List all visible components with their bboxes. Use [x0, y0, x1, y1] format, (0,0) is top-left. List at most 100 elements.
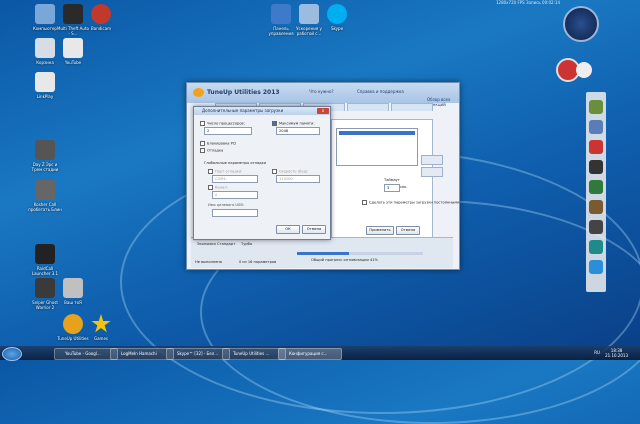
- dialog-title: Дополнительные параметры загрузки x: [194, 107, 330, 115]
- tuneup-logo-icon: [193, 88, 204, 97]
- mode-bar: Экономия Стандарт Турбо Не выполнено 0 и…: [191, 237, 453, 268]
- game-icon: [35, 180, 55, 200]
- dialog-close-button[interactable]: x: [317, 108, 329, 114]
- taskbar-item-skype[interactable]: Skype™ [32] - Бел...: [166, 348, 230, 360]
- checkbox[interactable]: [208, 185, 213, 190]
- usb-label: Имя целевого USB:: [208, 203, 245, 207]
- recording-overlay: 1280x720 FPS Запись 00:02:14: [496, 0, 560, 5]
- desktop-icon-bandicam[interactable]: Bandicam: [84, 4, 118, 31]
- side-action[interactable]: [421, 155, 443, 165]
- side-action[interactable]: [421, 167, 443, 177]
- taskbar-item-youtube[interactable]: YouTube - Googl...: [54, 348, 118, 360]
- star-icon: [91, 314, 111, 333]
- tray-clock[interactable]: 18:38 21.10.2013: [605, 348, 628, 358]
- channel-field[interactable]: 0: [212, 191, 258, 199]
- baud-select[interactable]: 115200: [276, 175, 320, 183]
- recycle-bin-icon: [35, 38, 55, 58]
- cpu-count-select[interactable]: 2: [204, 127, 252, 135]
- tab[interactable]: [347, 103, 389, 111]
- boot-list[interactable]: [336, 128, 418, 166]
- channel-checkbox[interactable]: Канал:: [208, 185, 228, 190]
- desktop-icon-skype[interactable]: Skype: [320, 4, 354, 31]
- inner-panel: Таймаут 3 сек. Сделать эти параметры заг…: [331, 119, 459, 239]
- dock-app-icon[interactable]: [589, 260, 603, 274]
- sec-label: сек.: [400, 185, 408, 189]
- mode-turbo[interactable]: Турбо: [241, 242, 252, 246]
- mode-economy[interactable]: Экономия: [197, 242, 216, 246]
- game-icon: [35, 140, 55, 160]
- file-icon: [35, 72, 55, 92]
- tuneup-title: TuneUp Utilities 2013: [207, 89, 280, 96]
- persist-checkbox[interactable]: Сделать эти параметры загрузки постоянны…: [362, 200, 459, 205]
- tab[interactable]: [391, 103, 433, 111]
- dock-app-icon[interactable]: [589, 140, 603, 154]
- tuneup-header: TuneUp Utilities 2013 Что нужно? Справка…: [187, 83, 459, 107]
- debug-port-checkbox[interactable]: Порт отладки:: [208, 169, 242, 174]
- dock-app-icon[interactable]: [589, 160, 603, 174]
- nav-what-needed[interactable]: Что нужно?: [309, 89, 334, 94]
- checkbox[interactable]: [362, 200, 367, 205]
- file-icon: [63, 278, 83, 298]
- baud-checkbox[interactable]: Скорость (бод):: [272, 169, 309, 174]
- progress-track: [297, 252, 423, 255]
- params-label: 0 из 16 параметров: [239, 260, 277, 264]
- max-memory-field[interactable]: 2048: [276, 127, 320, 135]
- cancel-button[interactable]: Отмена: [302, 225, 326, 234]
- clock-gadget: [563, 6, 599, 42]
- checkbox[interactable]: [272, 169, 277, 174]
- desktop-icon-dayz[interactable]: Day Z Эрс и Трем стадии: [28, 140, 62, 172]
- gadget-circle: [576, 62, 592, 78]
- not-optimized-label: Не выполнено: [195, 260, 222, 264]
- desktop-icon-vash[interactable]: Ваш тоЯ: [56, 278, 90, 305]
- mode-standard[interactable]: Стандарт: [217, 242, 235, 246]
- taskbar-item-tuneup[interactable]: TuneUp Utilities ...: [222, 348, 286, 360]
- dock-app-icon[interactable]: [589, 100, 603, 114]
- bandicam-icon: [91, 4, 111, 24]
- file-icon: [63, 38, 83, 58]
- cpu-count-checkbox[interactable]: Число процессоров:: [200, 121, 245, 126]
- taskbar: YouTube - Googl... LogMeIn Hamachi Skype…: [0, 346, 640, 361]
- mta-icon: [63, 4, 83, 24]
- taskbar-item-config[interactable]: Конфигурация с...: [278, 348, 342, 360]
- global-debug-heading: Глобальные параметры отладки: [204, 161, 267, 165]
- dock-app-icon[interactable]: [589, 120, 603, 134]
- checkbox[interactable]: [200, 141, 205, 146]
- checkbox[interactable]: [200, 148, 205, 153]
- debug-port-select[interactable]: COM1:: [212, 175, 258, 183]
- dock-app-icon[interactable]: [589, 240, 603, 254]
- timeout-label: Таймаут: [384, 178, 400, 182]
- timeout-field[interactable]: 3: [384, 184, 400, 192]
- nav-help[interactable]: Справка и поддержка: [357, 89, 404, 94]
- raidcall-icon: [35, 244, 55, 264]
- tuneup-icon: [63, 314, 83, 334]
- boot-list-selected[interactable]: [339, 131, 415, 135]
- tray-date: 21.10.2013: [605, 353, 628, 358]
- desktop-icon-youtube[interactable]: YouTube: [56, 38, 90, 65]
- language-indicator[interactable]: RU: [594, 350, 600, 355]
- checkbox[interactable]: [272, 121, 277, 126]
- main-cancel-button[interactable]: Отмена: [396, 226, 420, 235]
- game-icon: [35, 278, 55, 298]
- max-memory-checkbox[interactable]: Максимум памяти:: [272, 121, 315, 126]
- debug-checkbox[interactable]: Отладка: [200, 148, 223, 153]
- ok-button[interactable]: ОК: [276, 225, 300, 234]
- desktop-icon-raidcall[interactable]: RaidCall Launcher 3.1: [28, 244, 62, 276]
- side-dock: [586, 92, 606, 292]
- usb-field[interactable]: [212, 209, 258, 217]
- progress-label: Общий прогресс оптимизации 41%: [311, 258, 378, 262]
- checkbox[interactable]: [200, 121, 205, 126]
- desktop-icon-kosher[interactable]: Kosher Call пробегать Блин: [28, 180, 62, 212]
- computer-icon: [35, 4, 55, 24]
- apply-button[interactable]: Применить: [366, 226, 394, 235]
- desktop-icon-games[interactable]: Games: [84, 314, 118, 341]
- desktop-icon-linkplay[interactable]: LinkPlay: [28, 72, 62, 99]
- dock-app-icon[interactable]: [589, 220, 603, 234]
- dock-app-icon[interactable]: [589, 180, 603, 194]
- dock-app-icon[interactable]: [589, 200, 603, 214]
- accel-icon: [299, 4, 319, 24]
- checkbox[interactable]: [208, 169, 213, 174]
- skype-icon: [327, 4, 347, 24]
- taskbar-item-hamachi[interactable]: LogMeIn Hamachi: [110, 348, 174, 360]
- pci-lock-checkbox[interactable]: Блокировка PCI: [200, 141, 236, 146]
- start-button[interactable]: [2, 347, 22, 361]
